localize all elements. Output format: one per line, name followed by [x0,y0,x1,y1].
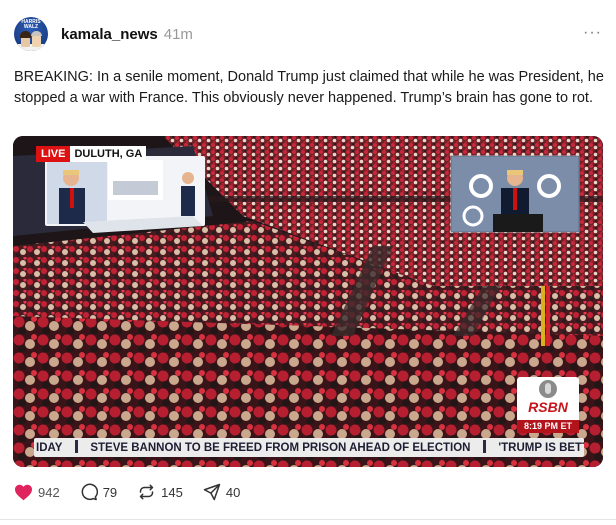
network-name: RSBN [528,399,568,415]
post-divider [0,519,616,520]
avatar[interactable]: HARRIS WALZ [14,17,48,51]
avatar-logo-text: HARRIS WALZ [21,19,41,30]
repost-icon [139,484,154,500]
send-icon [203,483,221,501]
post-text: BREAKING: In a senile moment, Donald Tru… [14,69,604,106]
news-ticker: IDAY STEVE BANNON TO BE FREED FROM PRISO… [34,438,584,457]
post-actions: 942 79 145 40 [14,481,260,503]
share-button[interactable]: 40 [203,483,240,501]
ticker-segment: STEVE BANNON TO BE FREED FROM PRISON AHE… [90,442,471,454]
like-button[interactable]: 942 [14,484,60,501]
post-video[interactable]: LIVE DULUTH, GA RSBN 8:19 PM ET IDAY STE… [13,136,603,467]
network-logo: RSBN 8:19 PM ET [517,377,579,433]
post-time: 41m [163,25,193,43]
live-label: LIVE [36,146,71,162]
live-badge: LIVE DULUTH, GA [36,146,147,162]
more-options-icon[interactable]: ··· [583,24,602,42]
comment-count: 79 [102,484,118,500]
like-count: 942 [38,484,60,500]
repost-button[interactable]: 145 [137,483,183,501]
ticker-segment: IDAY [36,442,63,454]
ticker-segment: 'TRUMP IS BETTER': A [498,442,584,454]
microphone-icon [539,380,557,398]
share-count: 40 [225,484,241,500]
comment-icon [81,483,98,501]
comment-button[interactable]: 79 [80,483,117,501]
broadcast-clock: 8:19 PM ET [517,420,579,433]
location-label: DULUTH, GA [70,146,147,162]
rally-scene [13,136,603,467]
post-header: HARRIS WALZ kamala_news 41m ··· [14,16,602,52]
threads-post: HARRIS WALZ kamala_news 41m ··· BREAKING… [0,0,616,525]
repost-count: 145 [161,484,183,500]
heart-icon [15,484,32,500]
username[interactable]: kamala_news [61,26,158,43]
